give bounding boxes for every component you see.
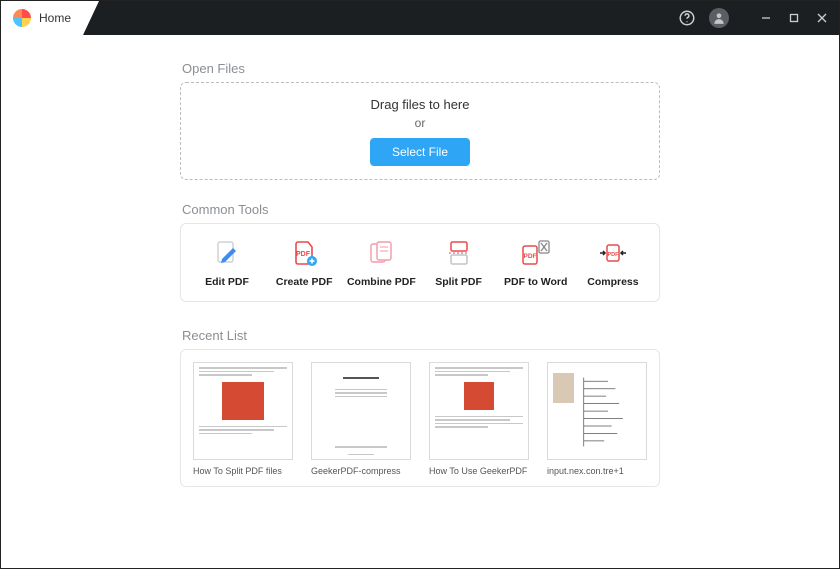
tool-pdf-to-word[interactable]: PDF PDF to Word — [500, 238, 572, 289]
recent-thumbnail — [311, 362, 411, 460]
dropzone-text: Drag files to here — [371, 97, 470, 112]
split-pdf-icon — [444, 238, 474, 268]
tab-label: Home — [39, 11, 71, 25]
recent-item[interactable]: How To Split PDF files — [193, 362, 293, 476]
common-tools-title: Common Tools — [182, 202, 660, 217]
tab-home[interactable]: Home — [1, 1, 99, 35]
recent-item[interactable]: input.nex.con.tre+1 — [547, 362, 647, 476]
recent-thumbnail — [429, 362, 529, 460]
titlebar-right — [677, 8, 839, 28]
tool-label: Edit PDF — [205, 276, 249, 289]
titlebar: Home — [1, 1, 839, 35]
tool-split-pdf[interactable]: Split PDF — [423, 238, 495, 289]
tool-compress[interactable]: PDF Compress — [577, 238, 649, 289]
combine-pdf-icon — [366, 238, 396, 268]
close-button[interactable] — [815, 11, 829, 25]
tool-label: PDF to Word — [504, 276, 567, 289]
compress-icon: PDF — [598, 238, 628, 268]
recent-item-name: How To Use GeekerPDF — [429, 466, 529, 476]
svg-text:PDF: PDF — [607, 252, 619, 258]
tool-edit-pdf[interactable]: Edit PDF — [191, 238, 263, 289]
recent-item-name: GeekerPDF-compress — [311, 466, 411, 476]
app-window: Home — [0, 0, 840, 569]
app-logo-icon — [13, 9, 31, 27]
file-dropzone[interactable]: Drag files to here or Select File — [180, 82, 660, 180]
recent-item-name: input.nex.con.tre+1 — [547, 466, 647, 476]
tool-create-pdf[interactable]: PDF Create PDF — [268, 238, 340, 289]
recent-item-name: How To Split PDF files — [193, 466, 293, 476]
pdf-to-word-icon: PDF — [521, 238, 551, 268]
recent-thumbnail — [193, 362, 293, 460]
tool-label: Combine PDF — [347, 276, 416, 289]
window-controls — [759, 11, 829, 25]
open-files-title: Open Files — [182, 61, 660, 76]
recent-item[interactable]: GeekerPDF-compress — [311, 362, 411, 476]
edit-pdf-icon — [212, 238, 242, 268]
common-tools-box: Edit PDF PDF Create PDF — [180, 223, 660, 302]
tool-label: Split PDF — [435, 276, 482, 289]
minimize-button[interactable] — [759, 11, 773, 25]
help-icon[interactable] — [677, 8, 697, 28]
svg-text:PDF: PDF — [523, 253, 536, 260]
svg-text:PDF: PDF — [296, 251, 311, 258]
dropzone-or: or — [415, 116, 426, 130]
main-content: Open Files Drag files to here or Select … — [1, 35, 839, 568]
recent-item[interactable]: How To Use GeekerPDF — [429, 362, 529, 476]
tool-label: Compress — [587, 276, 638, 289]
recent-thumbnail — [547, 362, 647, 460]
recent-list-title: Recent List — [182, 328, 660, 343]
maximize-button[interactable] — [787, 11, 801, 25]
recent-list-box: How To Split PDF files GeekerPDF — [180, 349, 660, 487]
select-file-button[interactable]: Select File — [370, 138, 470, 166]
tool-combine-pdf[interactable]: Combine PDF — [345, 238, 417, 289]
create-pdf-icon: PDF — [289, 238, 319, 268]
tool-label: Create PDF — [276, 276, 333, 289]
user-avatar-icon[interactable] — [709, 8, 729, 28]
